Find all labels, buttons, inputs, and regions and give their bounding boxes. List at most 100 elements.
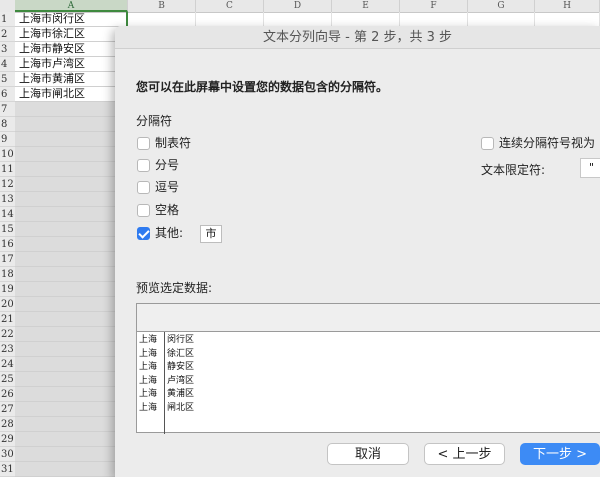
- row-number[interactable]: 13: [0, 192, 15, 207]
- delimiters-label: 分隔符: [136, 114, 173, 128]
- column-header[interactable]: D: [264, 0, 332, 12]
- dialog-title: 文本分列向导 - 第 2 步，共 3 步: [262, 30, 453, 45]
- cell-a[interactable]: [15, 357, 127, 372]
- row-number[interactable]: 27: [0, 402, 15, 417]
- row-number[interactable]: 18: [0, 267, 15, 282]
- data-preview: 上海 闵行区 上海 徐汇区 上海 静安区 上海 卢湾区 上海 黄浦区 上海 闸北区: [136, 303, 600, 434]
- cell-a[interactable]: [15, 402, 127, 417]
- preview-cell: 黄浦区: [167, 389, 195, 399]
- row-number[interactable]: 6: [0, 87, 15, 102]
- cell-a[interactable]: [15, 237, 127, 252]
- cell-a[interactable]: [15, 297, 127, 312]
- cell-a[interactable]: 上海市闸北区: [15, 87, 127, 102]
- cell-a[interactable]: 上海市静安区: [15, 42, 127, 57]
- cell[interactable]: [128, 12, 196, 27]
- column-header[interactable]: G: [468, 0, 535, 12]
- row-number[interactable]: 24: [0, 357, 15, 372]
- cell-a[interactable]: [15, 162, 127, 177]
- column-header[interactable]: B: [128, 0, 196, 12]
- row-number[interactable]: 14: [0, 207, 15, 222]
- cell-a[interactable]: 上海市闵行区: [15, 12, 127, 27]
- cell[interactable]: [535, 12, 600, 27]
- row-number[interactable]: 2: [0, 27, 15, 42]
- cell-a[interactable]: [15, 432, 127, 447]
- cell-a[interactable]: [15, 117, 127, 132]
- cell-a[interactable]: 上海市卢湾区: [15, 57, 127, 72]
- row-number[interactable]: 17: [0, 252, 15, 267]
- cell-a[interactable]: [15, 102, 127, 117]
- column-header[interactable]: E: [332, 0, 400, 12]
- cell[interactable]: [468, 12, 535, 27]
- cell-a[interactable]: [15, 207, 127, 222]
- cell-a[interactable]: [15, 177, 127, 192]
- cell-a[interactable]: [15, 222, 127, 237]
- back-button[interactable]: < 上一步: [424, 443, 505, 465]
- row-number[interactable]: 20: [0, 297, 15, 312]
- cell-a[interactable]: [15, 342, 127, 357]
- row-number[interactable]: 25: [0, 372, 15, 387]
- row-number[interactable]: 10: [0, 147, 15, 162]
- cell[interactable]: [264, 12, 332, 27]
- cell-a[interactable]: [15, 267, 127, 282]
- cell-a[interactable]: [15, 312, 127, 327]
- row-number[interactable]: 9: [0, 132, 15, 147]
- cell-a[interactable]: 上海市黄浦区: [15, 72, 127, 87]
- consecutive-delimiters-checkbox[interactable]: [481, 137, 494, 150]
- preview-header: [137, 304, 600, 332]
- column-header[interactable]: C: [196, 0, 264, 12]
- cell-a[interactable]: [15, 282, 127, 297]
- delimiter-label: 其他:: [155, 226, 184, 240]
- cell[interactable]: [332, 12, 400, 27]
- row-number[interactable]: 16: [0, 237, 15, 252]
- cell-a[interactable]: [15, 252, 127, 267]
- row-number[interactable]: 4: [0, 57, 15, 72]
- instruction-text: 您可以在此屏幕中设置您的数据包含的分隔符。: [136, 80, 389, 94]
- row-number[interactable]: 26: [0, 387, 15, 402]
- cell[interactable]: [196, 12, 264, 27]
- row-number[interactable]: 3: [0, 42, 15, 57]
- row-number[interactable]: 11: [0, 162, 15, 177]
- delimiter-checkbox[interactable]: [137, 181, 150, 194]
- preview-cell: 闵行区: [167, 335, 195, 345]
- preview-cell: 上海: [139, 375, 158, 386]
- row-number[interactable]: 7: [0, 102, 15, 117]
- cell-a[interactable]: [15, 387, 127, 402]
- preview-cell: 闸北区: [167, 402, 195, 413]
- row-number[interactable]: 31: [0, 462, 15, 477]
- delimiter-checkbox[interactable]: [137, 227, 150, 240]
- row-number[interactable]: 15: [0, 222, 15, 237]
- sheet-row: 1 上海市闵行区: [0, 12, 600, 27]
- row-number[interactable]: 5: [0, 72, 15, 87]
- cell-a[interactable]: 上海市徐汇区: [15, 27, 127, 42]
- column-header[interactable]: F: [400, 0, 468, 12]
- cell-a[interactable]: [15, 417, 127, 432]
- row-number[interactable]: 12: [0, 177, 15, 192]
- cell[interactable]: [400, 12, 468, 27]
- cancel-button[interactable]: 取消: [327, 443, 409, 465]
- row-number[interactable]: 30: [0, 447, 15, 462]
- preview-cell: 静安区: [167, 362, 195, 372]
- row-number[interactable]: 28: [0, 417, 15, 432]
- text-qualifier-select[interactable]: ": [580, 158, 600, 178]
- row-number[interactable]: 8: [0, 117, 15, 132]
- row-number[interactable]: 19: [0, 282, 15, 297]
- cell-a[interactable]: [15, 372, 127, 387]
- row-number[interactable]: 22: [0, 327, 15, 342]
- cell-a[interactable]: [15, 192, 127, 207]
- delimiter-checkbox[interactable]: [137, 137, 150, 150]
- row-number[interactable]: 21: [0, 312, 15, 327]
- row-number[interactable]: 23: [0, 342, 15, 357]
- column-header[interactable]: H: [535, 0, 600, 12]
- column-header[interactable]: A: [15, 0, 128, 12]
- delimiter-checkbox[interactable]: [137, 159, 150, 172]
- cell-a[interactable]: [15, 147, 127, 162]
- cell-a[interactable]: [15, 462, 127, 477]
- other-delimiter-input[interactable]: 市: [200, 225, 222, 243]
- delimiter-checkbox[interactable]: [137, 204, 150, 217]
- row-number[interactable]: 1: [0, 12, 15, 27]
- cell-a[interactable]: [15, 132, 127, 147]
- row-number[interactable]: 29: [0, 432, 15, 447]
- cell-a[interactable]: [15, 327, 127, 342]
- cell-a[interactable]: [15, 447, 127, 462]
- next-button[interactable]: 下一步 >: [520, 443, 600, 465]
